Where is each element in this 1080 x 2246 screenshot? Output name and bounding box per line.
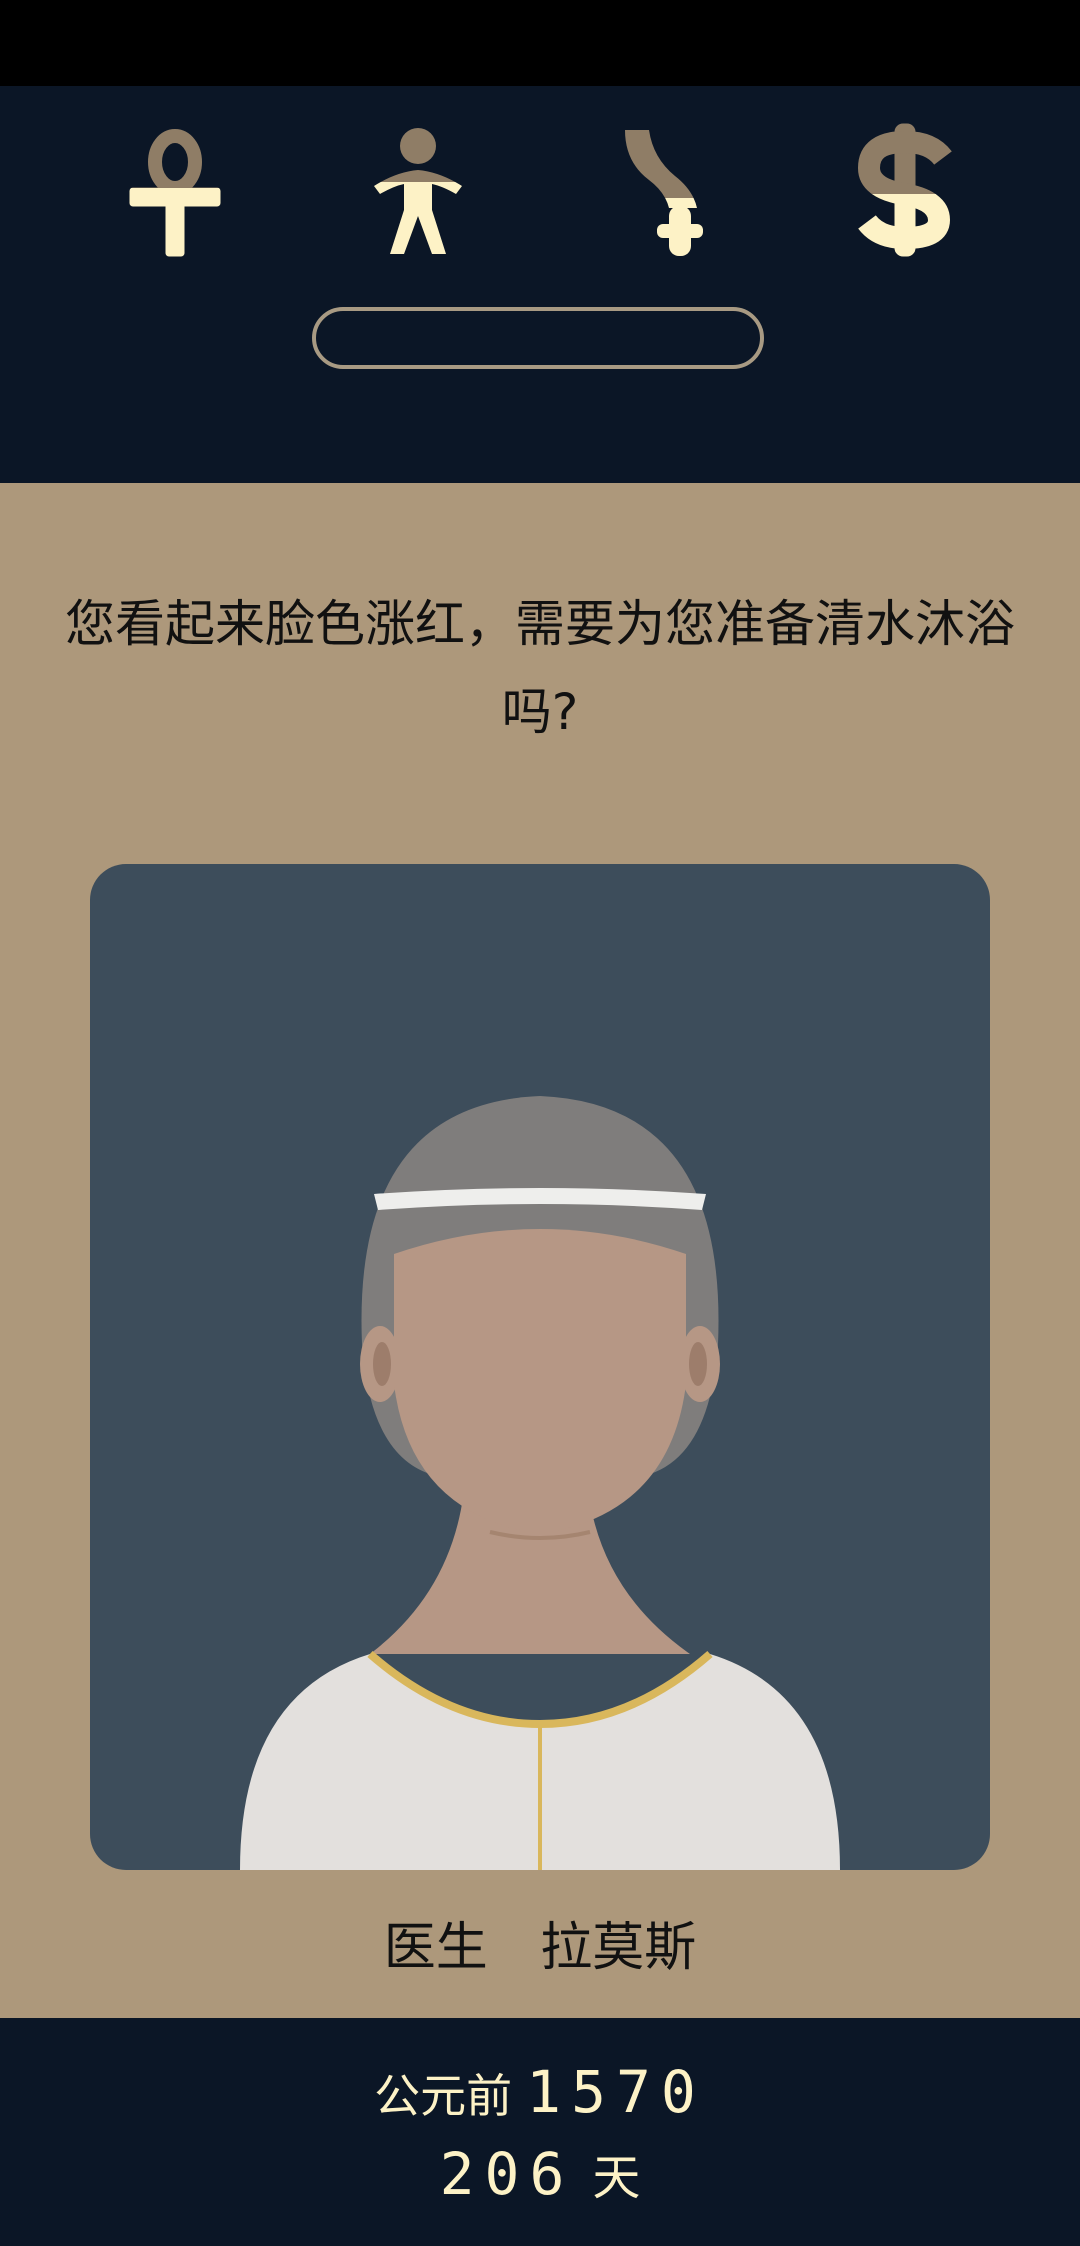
ankh-icon bbox=[105, 120, 245, 260]
days-line: 206 天 bbox=[0, 2138, 1080, 2208]
character-portrait bbox=[240, 1096, 840, 1870]
year-line: 公元前 1570 bbox=[0, 2058, 1080, 2126]
stat-wealth bbox=[835, 120, 975, 260]
character-role: 医生 bbox=[383, 1918, 488, 1978]
days-unit: 天 bbox=[592, 2150, 641, 2206]
stat-religion bbox=[105, 120, 245, 260]
person-icon bbox=[374, 128, 462, 254]
card-question: 您看起来脸色涨红，需要为您准备清水沐浴吗? bbox=[65, 595, 1015, 741]
character-name: 拉莫斯 bbox=[540, 1918, 697, 1978]
stat-military bbox=[605, 120, 745, 260]
progress-bar bbox=[312, 307, 764, 369]
stat-people bbox=[348, 120, 488, 260]
year-value: 1570 bbox=[526, 2058, 706, 2126]
character-card[interactable] bbox=[90, 864, 990, 1870]
khopesh-icon bbox=[625, 130, 703, 256]
status-bar bbox=[0, 0, 1080, 86]
footer bbox=[0, 2018, 1080, 2246]
character-name-row: 医生 拉莫斯 bbox=[0, 1905, 1080, 1980]
dollar-icon bbox=[835, 120, 975, 260]
era-label: 公元前 bbox=[374, 2069, 513, 2123]
days-value: 206 bbox=[439, 2140, 575, 2208]
